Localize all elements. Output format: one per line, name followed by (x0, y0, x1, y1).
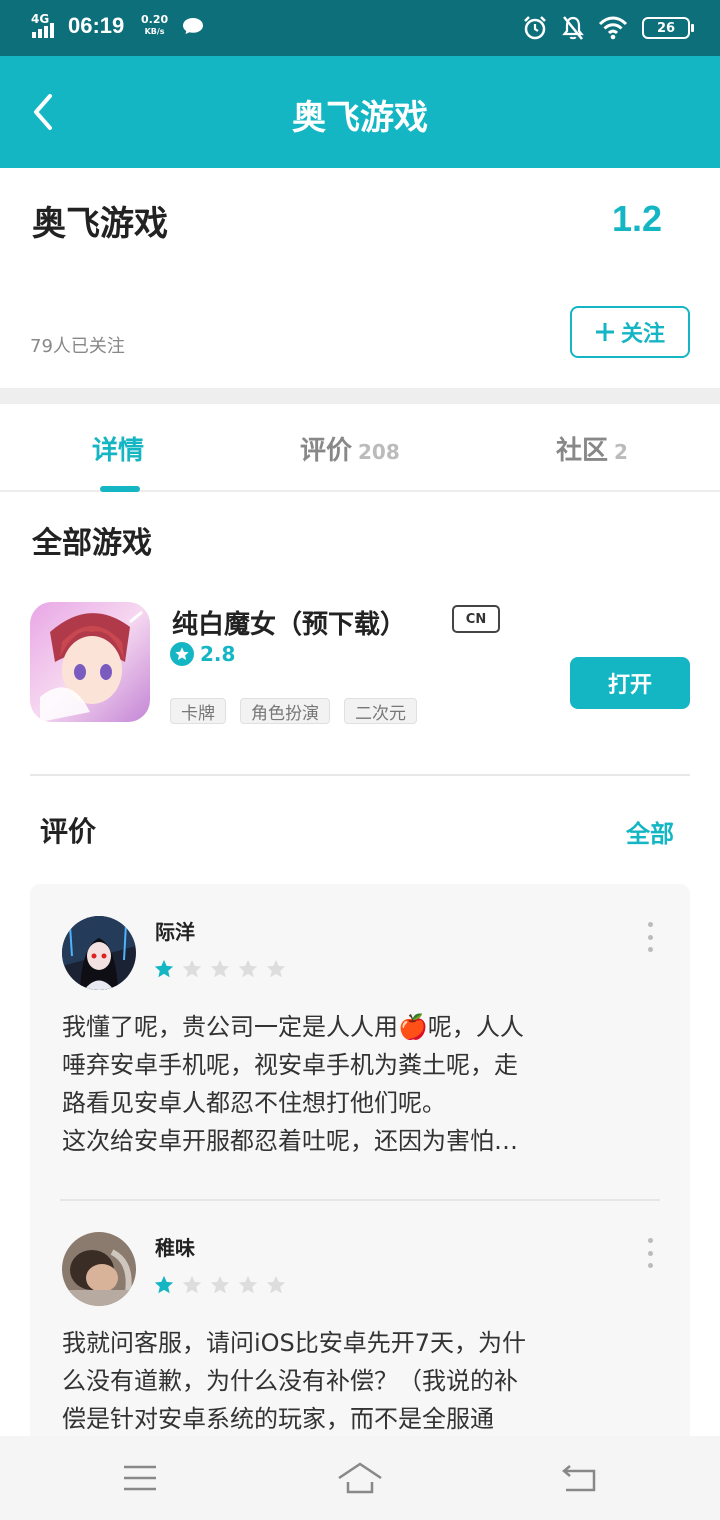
game-icon[interactable] (30, 602, 150, 722)
review-text-line: 我懂了呢，贵公司一定是人人用🍎呢，人人 (62, 1013, 524, 1041)
tab-reviews[interactable]: 评价 208 (300, 430, 400, 467)
alarm-icon (524, 16, 546, 40)
rating-star-icon (170, 642, 194, 666)
star-empty-icon (238, 959, 258, 978)
star-empty-icon (238, 1275, 258, 1294)
follower-count: 79人已关注 (30, 336, 125, 357)
open-game-button[interactable]: 打开 (570, 657, 690, 709)
wifi-icon (598, 16, 628, 40)
all-games-heading: 全部游戏 (32, 526, 152, 561)
review-text-line: 路看见安卓人都忍不住想打他们呢。 (62, 1089, 446, 1117)
developer-header: 奥飞游戏 1.2 79人已关注 关注 (0, 168, 720, 388)
star-empty-icon (266, 1275, 286, 1294)
tag-anime[interactable]: 二次元 (344, 698, 417, 724)
clock: 06:19 (68, 13, 125, 38)
game-title: 纯白魔女（预下载） (172, 610, 407, 640)
message-icon (183, 18, 203, 34)
app-bar: 奥飞游戏 (0, 56, 720, 168)
star-empty-icon (182, 1275, 202, 1294)
back-nav-icon[interactable] (560, 1458, 600, 1498)
avatar[interactable] (62, 1232, 136, 1306)
star-filled-icon (154, 959, 174, 978)
home-icon[interactable] (336, 1458, 384, 1498)
reviews-card: 际洋 我懂了呢，贵公司一定是人人用🍎呢，人人 唾弃安卓手机呢，视安卓手机为粪土呢… (30, 884, 690, 1484)
plus-icon (595, 323, 614, 341)
review-stars (153, 958, 287, 980)
battery-icon: 26 (642, 17, 694, 39)
active-tab-indicator (100, 486, 140, 492)
tab-details[interactable]: 详情 (92, 430, 144, 467)
tag-card[interactable]: 卡牌 (170, 698, 226, 724)
status-bar: 4G 06:19 0.20 KB/s 26 (0, 0, 720, 56)
star-empty-icon (182, 959, 202, 978)
developer-score: 1.2 (611, 198, 662, 239)
review-username: 际洋 (155, 920, 195, 944)
reviews-heading: 评价 (40, 815, 97, 848)
star-empty-icon (210, 1275, 230, 1294)
menu-icon[interactable] (120, 1458, 160, 1498)
network-speed: 0.20 KB/s (141, 14, 168, 38)
developer-name: 奥飞游戏 (32, 204, 168, 244)
avatar[interactable] (62, 916, 136, 990)
review-text-line: 么没有道歉，为什么没有补偿？（我说的补 (62, 1367, 518, 1395)
review-text-line: 我就问客服，请问iOS比安卓先开7天，为什 (62, 1329, 527, 1357)
review-text: 我就问客服，请问iOS比安卓先开7天，为什 么没有道歉，为什么没有补偿？（我说的… (62, 1324, 662, 1438)
more-options-icon[interactable] (644, 922, 656, 952)
star-empty-icon (266, 959, 286, 978)
tab-community-label: 社区 (556, 436, 609, 466)
section-divider (0, 388, 720, 404)
tab-reviews-label: 评价 (300, 436, 353, 466)
tab-bar: 详情 评价 208 社区 2 (0, 404, 720, 492)
star-filled-icon (154, 1275, 174, 1294)
review-text-line: 偿是针对安卓系统的玩家，而不是全服通 (62, 1405, 494, 1433)
review-stars (153, 1274, 287, 1296)
tab-community[interactable]: 社区 2 (556, 430, 628, 467)
follow-label: 关注 (620, 322, 665, 347)
game-list-item[interactable]: 纯白魔女（预下载） CN 2.8 卡牌 角色扮演 二次元 打开 (30, 602, 690, 726)
game-rating-value: 2.8 (200, 642, 236, 666)
more-options-icon[interactable] (644, 1238, 656, 1268)
tab-details-label: 详情 (92, 436, 145, 466)
region-badge: CN (452, 605, 500, 633)
review-item[interactable]: 际洋 我懂了呢，贵公司一定是人人用🍎呢，人人 唾弃安卓手机呢，视安卓手机为粪土呢… (30, 884, 690, 1200)
tab-community-count: 2 (614, 440, 628, 464)
all-reviews-link[interactable]: 全部 (626, 814, 674, 849)
network-type: 4G (31, 12, 50, 26)
divider (30, 774, 690, 776)
tab-reviews-count: 208 (358, 440, 400, 464)
speed-value: 0.20 (141, 13, 169, 26)
notifications-off-icon (562, 16, 584, 40)
tag-rpg[interactable]: 角色扮演 (240, 698, 330, 724)
game-rating: 2.8 (170, 642, 235, 666)
cellular-signal-icon: 4G (30, 12, 54, 38)
review-text-line: 这次给安卓开服都忍着吐呢，还因为害怕… (62, 1127, 518, 1155)
game-tags: 卡牌 角色扮演 二次元 (170, 698, 417, 724)
star-empty-icon (210, 959, 230, 978)
speed-unit: KB/s (144, 27, 165, 36)
review-text-line: 唾弃安卓手机呢，视安卓手机为粪土呢，走 (62, 1051, 518, 1079)
page-title: 奥飞游戏 (292, 98, 428, 138)
battery-level: 26 (656, 20, 676, 36)
review-text: 我懂了呢，贵公司一定是人人用🍎呢，人人 唾弃安卓手机呢，视安卓手机为粪土呢，走 … (62, 1008, 662, 1160)
review-username: 稚味 (155, 1236, 195, 1260)
system-nav-bar (0, 1436, 720, 1520)
follow-button[interactable]: 关注 (570, 306, 690, 358)
